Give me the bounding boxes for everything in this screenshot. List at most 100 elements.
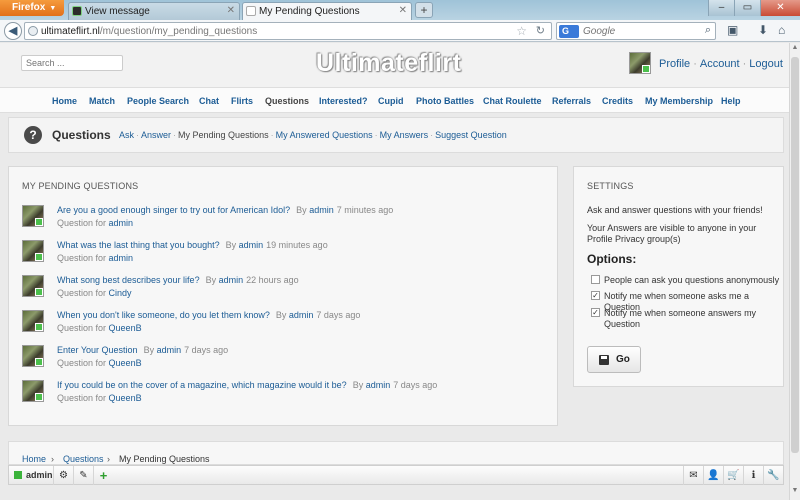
tab-my-pending-questions[interactable]: My Pending Questions ✕ bbox=[242, 2, 412, 20]
address-bar[interactable]: ultimateflirt.nl/m/question/my_pending_q… bbox=[24, 22, 552, 40]
google-engine-icon[interactable]: G bbox=[559, 25, 579, 38]
nav-chat-roulette[interactable]: Chat Roulette bbox=[483, 96, 542, 106]
breadcrumb-questions[interactable]: Questions bbox=[63, 454, 104, 464]
go-button[interactable]: Go bbox=[587, 346, 641, 373]
info-icon[interactable]: ℹ bbox=[743, 466, 763, 485]
avatar[interactable] bbox=[22, 205, 44, 227]
list-item: If you could be on the cover of a magazi… bbox=[22, 380, 542, 410]
logout-link[interactable]: Logout bbox=[749, 58, 783, 70]
site-search-input[interactable] bbox=[21, 55, 123, 71]
breadcrumb-separator: › bbox=[107, 454, 110, 464]
scroll-up-icon[interactable]: ▲ bbox=[790, 44, 800, 56]
tab-view-message[interactable]: View message ✕ bbox=[68, 2, 240, 20]
question-link[interactable]: Are you a good enough singer to try out … bbox=[57, 205, 290, 215]
avatar[interactable] bbox=[22, 275, 44, 297]
checkbox-checked[interactable]: ✓ bbox=[591, 308, 600, 317]
question-link[interactable]: What was the last thing that you bought? bbox=[57, 240, 220, 250]
profile-link[interactable]: Profile bbox=[659, 58, 690, 70]
nav-help[interactable]: Help bbox=[721, 96, 741, 106]
tab-close-icon[interactable]: ✕ bbox=[227, 5, 235, 16]
sublink-my-pending-questions[interactable]: My Pending Questions bbox=[178, 130, 269, 140]
cart-icon[interactable]: 🛒 bbox=[723, 466, 743, 485]
nav-interested[interactable]: Interested? bbox=[319, 96, 368, 106]
recipient-link[interactable]: QueenB bbox=[109, 358, 142, 368]
account-link[interactable]: Account bbox=[700, 58, 740, 70]
question-link[interactable]: If you could be on the cover of a magazi… bbox=[57, 380, 347, 390]
author-link[interactable]: admin bbox=[366, 380, 391, 390]
breadcrumb-home[interactable]: Home bbox=[22, 454, 46, 464]
checkbox-checked[interactable]: ✓ bbox=[591, 291, 600, 300]
timestamp: 7 days ago bbox=[393, 380, 438, 390]
recipient-link[interactable]: admin bbox=[109, 253, 134, 263]
gear-icon[interactable]: ⚙ bbox=[53, 466, 73, 485]
question-link[interactable]: Enter Your Question bbox=[57, 345, 138, 355]
nav-credits[interactable]: Credits bbox=[602, 96, 633, 106]
browser-search-input[interactable] bbox=[583, 25, 693, 38]
nav-flirts[interactable]: Flirts bbox=[231, 96, 253, 106]
recipient-link[interactable]: QueenB bbox=[109, 323, 142, 333]
download-arrow-icon[interactable]: ⬇ bbox=[758, 23, 768, 37]
avatar[interactable] bbox=[22, 345, 44, 367]
sublink-ask[interactable]: Ask bbox=[119, 130, 134, 140]
toolbar-username[interactable]: admin bbox=[26, 470, 53, 480]
question-link[interactable]: When you don't like someone, do you let … bbox=[57, 310, 270, 320]
reload-icon[interactable]: ↻ bbox=[536, 24, 545, 37]
author-link[interactable]: admin bbox=[289, 310, 314, 320]
site-identity-icon[interactable] bbox=[28, 26, 38, 36]
nav-my-membership[interactable]: My Membership bbox=[645, 96, 713, 106]
wrench-icon[interactable]: 🔧 bbox=[763, 466, 783, 485]
sublink-my-answers[interactable]: My Answers bbox=[380, 130, 429, 140]
avatar[interactable] bbox=[22, 380, 44, 402]
option-notify-answers[interactable]: ✓ Notify me when someone answers my Ques… bbox=[591, 308, 781, 330]
author-link[interactable]: admin bbox=[309, 205, 334, 215]
mail-icon[interactable]: ✉ bbox=[683, 466, 703, 485]
new-tab-button[interactable]: + bbox=[415, 2, 433, 18]
recipient-link[interactable]: QueenB bbox=[109, 393, 142, 403]
nav-photo-battles[interactable]: Photo Battles bbox=[416, 96, 474, 106]
recipient-link[interactable]: Cindy bbox=[109, 288, 132, 298]
back-arrow-icon[interactable]: ◀ bbox=[4, 22, 22, 40]
bookmark-star-icon[interactable]: ☆ bbox=[516, 24, 527, 38]
minimize-window-icon[interactable]: – bbox=[708, 0, 734, 16]
sublink-answer[interactable]: Answer bbox=[141, 130, 171, 140]
browser-navigation-bar: ◀ ultimateflirt.nl/m/question/my_pending… bbox=[0, 20, 800, 42]
firefox-menu-button[interactable]: Firefox ▼ bbox=[0, 0, 64, 16]
user-icon[interactable]: 👤 bbox=[703, 466, 723, 485]
nav-referrals[interactable]: Referrals bbox=[552, 96, 591, 106]
question-link[interactable]: What song best describes your life? bbox=[57, 275, 200, 285]
add-icon[interactable]: + bbox=[93, 466, 113, 485]
nav-match[interactable]: Match bbox=[89, 96, 115, 106]
avatar[interactable] bbox=[22, 310, 44, 332]
scrollbar-thumb[interactable] bbox=[791, 57, 799, 453]
nav-questions[interactable]: Questions bbox=[265, 96, 309, 106]
go-label: Go bbox=[616, 354, 630, 365]
nav-home[interactable]: Home bbox=[52, 96, 77, 106]
user-avatar[interactable] bbox=[629, 52, 651, 74]
site-logo[interactable]: Ultimateflirt bbox=[316, 49, 461, 78]
page-scrollbar[interactable]: ▲ ▼ bbox=[789, 43, 800, 500]
question-for-label: Question for bbox=[57, 393, 107, 403]
bookmarks-menu-icon[interactable]: ▣ bbox=[727, 23, 738, 37]
author-link[interactable]: admin bbox=[157, 345, 182, 355]
close-window-icon[interactable]: ✕ bbox=[760, 0, 800, 16]
scroll-down-icon[interactable]: ▼ bbox=[790, 487, 800, 499]
tab-favicon-icon bbox=[72, 6, 82, 16]
author-link[interactable]: admin bbox=[239, 240, 264, 250]
sublink-suggest-question[interactable]: Suggest Question bbox=[435, 130, 507, 140]
option-anonymous[interactable]: People can ask you questions anonymously bbox=[591, 275, 781, 286]
recipient-link[interactable]: admin bbox=[109, 218, 134, 228]
nav-cupid[interactable]: Cupid bbox=[378, 96, 404, 106]
browser-search-box[interactable]: G ⌕ bbox=[556, 22, 716, 40]
checkbox-unchecked[interactable] bbox=[591, 275, 600, 284]
nav-chat[interactable]: Chat bbox=[199, 96, 219, 106]
sublink-my-answered-questions[interactable]: My Answered Questions bbox=[276, 130, 373, 140]
tab-close-icon[interactable]: ✕ bbox=[399, 5, 407, 16]
avatar[interactable] bbox=[22, 240, 44, 262]
edit-icon[interactable]: ✎ bbox=[73, 466, 93, 485]
restore-window-icon[interactable]: ▭ bbox=[734, 0, 760, 16]
nav-people-search[interactable]: People Search bbox=[127, 96, 189, 106]
home-icon[interactable]: ⌂ bbox=[778, 23, 785, 37]
question-mark-icon: ? bbox=[24, 126, 42, 144]
author-link[interactable]: admin bbox=[219, 275, 244, 285]
search-icon[interactable]: ⌕ bbox=[705, 24, 711, 37]
